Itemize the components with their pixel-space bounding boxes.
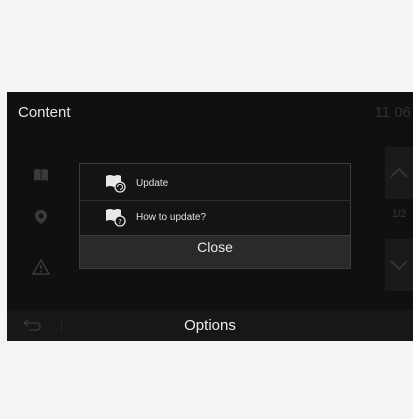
- help-icon: ?: [104, 207, 126, 227]
- scroll-down-button[interactable]: [385, 239, 413, 291]
- update-icon: [104, 173, 126, 193]
- popup-item-label: How to update?: [136, 211, 207, 223]
- popup-item-label: Update: [136, 177, 169, 189]
- pager: 1/2: [385, 147, 413, 291]
- update-popup: Update ? How to update? Close: [79, 163, 351, 269]
- popup-item-update[interactable]: Update: [80, 167, 350, 199]
- page-indicator: 1/2: [392, 209, 406, 220]
- popup-item-how-to-update[interactable]: ? How to update?: [80, 201, 350, 233]
- chevron-down-icon: [390, 260, 408, 270]
- bottom-bar: Options: [7, 310, 413, 341]
- chevron-up-icon: [390, 168, 408, 178]
- map-pin-icon[interactable]: [32, 208, 50, 226]
- svg-text:?: ?: [118, 218, 122, 226]
- close-button[interactable]: Close: [80, 235, 350, 268]
- page-title: Content: [18, 104, 71, 121]
- scroll-up-button[interactable]: [385, 147, 413, 199]
- options-button[interactable]: Options: [7, 317, 413, 334]
- book-icon[interactable]: [32, 166, 50, 184]
- content-screen: Content 11 06 1/2 Update ? How to update…: [7, 92, 413, 341]
- clock: 11 06: [374, 104, 411, 121]
- warning-icon[interactable]: [32, 258, 50, 276]
